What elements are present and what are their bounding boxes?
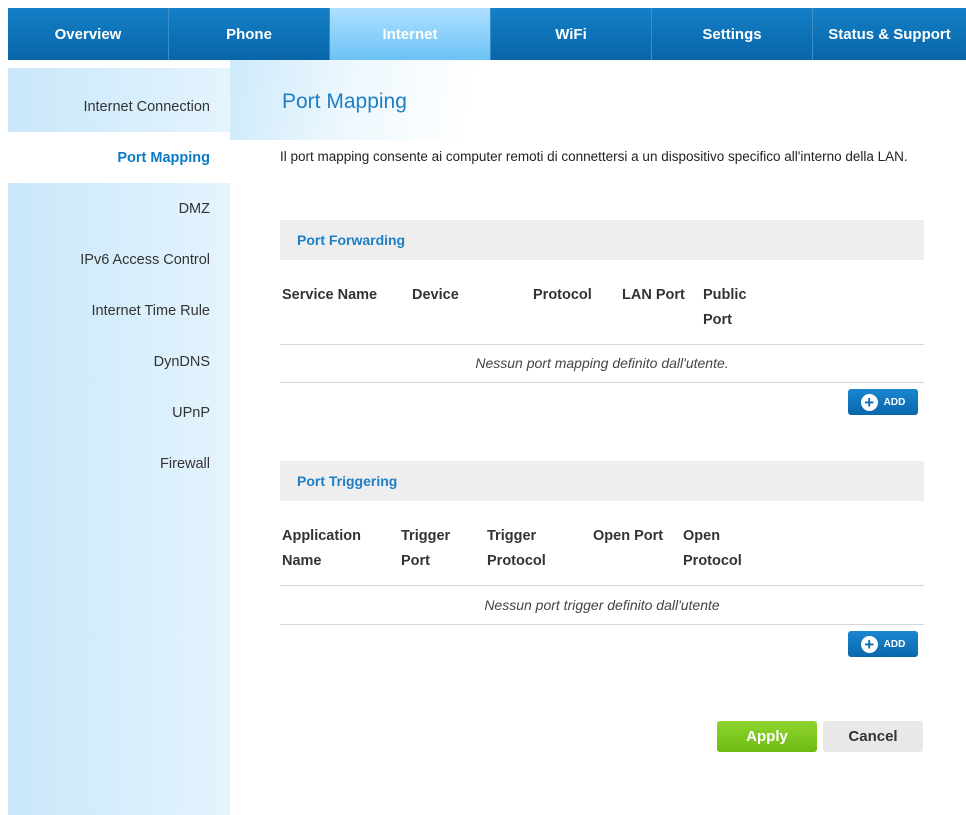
plus-icon: + <box>860 393 878 411</box>
port-triggering-header: Port Triggering <box>280 461 924 501</box>
empty-message: Nessun port trigger definito dall'utente <box>484 597 720 613</box>
tab-phone[interactable]: Phone <box>169 8 330 60</box>
tab-settings[interactable]: Settings <box>652 8 813 60</box>
column-header: Protocol <box>533 287 592 303</box>
column-header: Trigger Protocol <box>487 528 546 569</box>
column-header: Public Port <box>703 287 747 328</box>
sidebar-item-upnp[interactable]: UPnP <box>8 387 230 438</box>
divider <box>280 344 924 345</box>
tab-overview[interactable]: Overview <box>8 8 169 60</box>
add-port-forwarding-button[interactable]: + ADD <box>848 389 918 415</box>
sidebar-item-ipv6-access-control[interactable]: IPv6 Access Control <box>8 234 230 285</box>
tab-status-support[interactable]: Status & Support <box>813 8 966 60</box>
column-header: Device <box>412 287 459 303</box>
column-header: Open Port <box>593 528 664 544</box>
divider <box>280 624 924 625</box>
plus-icon: + <box>860 635 878 653</box>
add-button-label: ADD <box>883 638 906 650</box>
sidebar-item-dmz[interactable]: DMZ <box>8 183 230 234</box>
cancel-button[interactable]: Cancel <box>823 721 923 752</box>
column-header: LAN Port <box>622 287 685 303</box>
empty-message: Nessun port mapping definito dall'utente… <box>475 355 729 371</box>
port-forwarding-header: Port Forwarding <box>280 220 924 260</box>
sidebar-item-dyndns[interactable]: DynDNS <box>8 336 230 387</box>
divider <box>280 585 924 586</box>
page-title: Port Mapping <box>282 90 407 113</box>
sidebar-item-internet-time-rule[interactable]: Internet Time Rule <box>8 285 230 336</box>
column-header: Application Name <box>282 528 361 569</box>
sidebar-item-firewall[interactable]: Firewall <box>8 438 230 489</box>
tab-wifi[interactable]: WiFi <box>491 8 652 60</box>
tab-internet[interactable]: Internet <box>330 8 491 60</box>
top-nav: Overview Phone Internet WiFi Settings St… <box>8 8 966 60</box>
add-port-triggering-button[interactable]: + ADD <box>848 631 918 657</box>
sidebar: Internet Connection Port Mapping DMZ IPv… <box>8 68 230 815</box>
add-button-label: ADD <box>883 396 906 408</box>
sidebar-item-internet-connection[interactable]: Internet Connection <box>8 81 230 132</box>
column-header: Service Name <box>282 287 378 303</box>
page-description: Il port mapping consente ai computer rem… <box>280 149 908 164</box>
divider <box>280 382 924 383</box>
apply-button[interactable]: Apply <box>717 721 817 752</box>
sidebar-item-port-mapping[interactable]: Port Mapping <box>8 132 230 183</box>
column-header: Open Protocol <box>683 528 742 569</box>
column-header: Trigger Port <box>401 528 451 569</box>
